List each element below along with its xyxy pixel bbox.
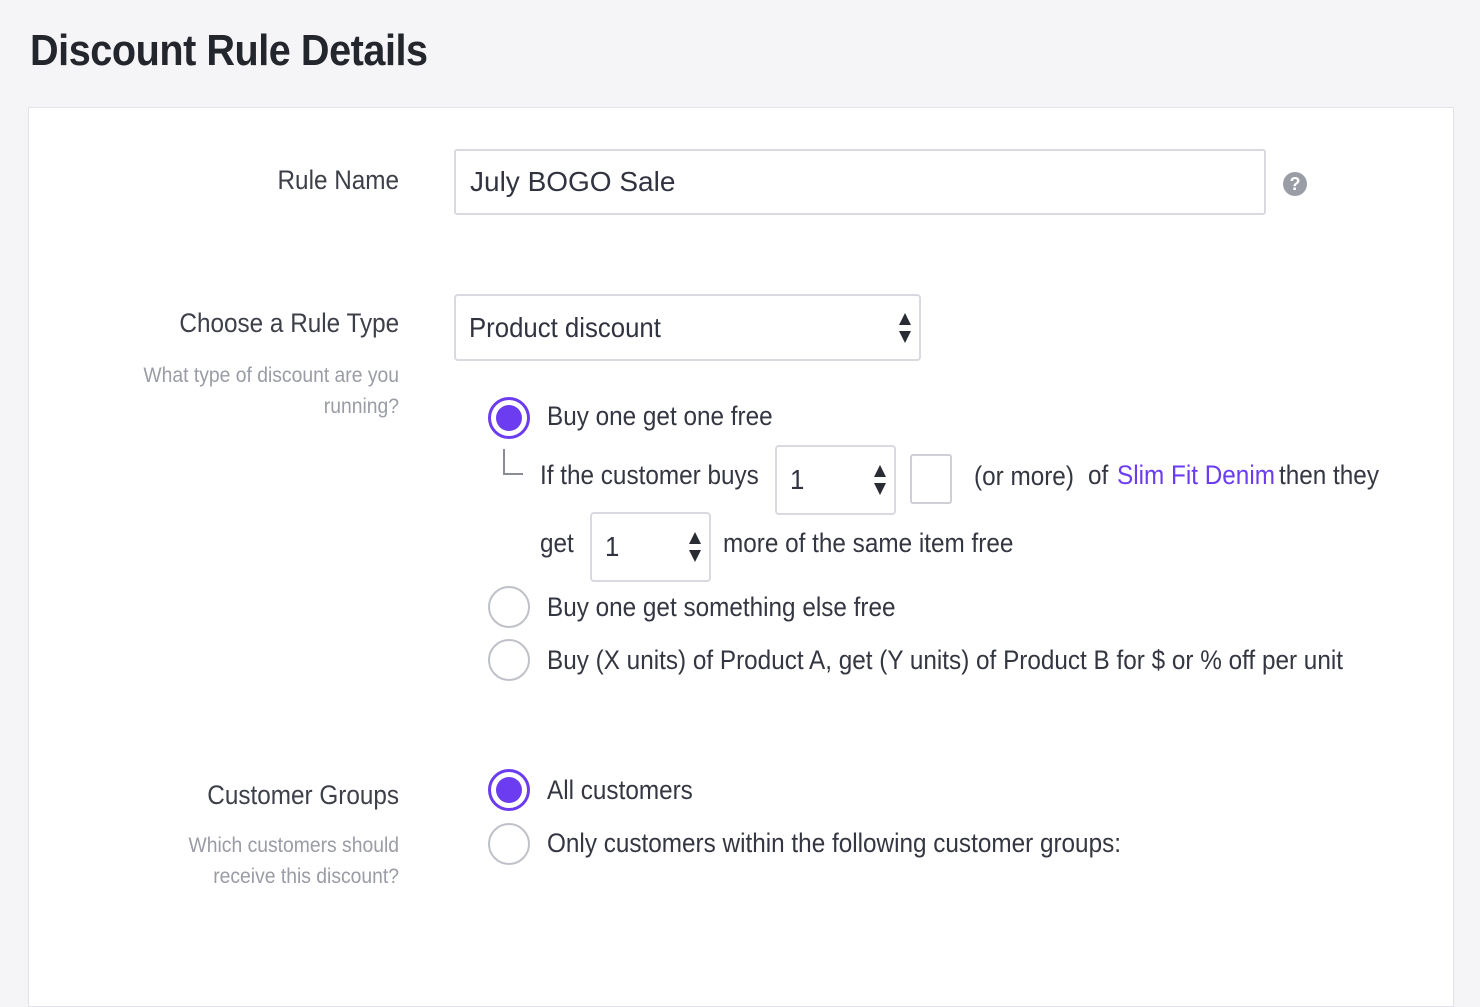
option-buy-one-get-one-free-label: Buy one get one free (547, 401, 773, 431)
rule-name-label: Rule Name (277, 165, 399, 195)
radio-all-customers[interactable] (488, 769, 530, 811)
get-quantity-stepper[interactable]: 1 (590, 512, 711, 582)
or-more-text: (or more) (974, 461, 1074, 491)
buy-quantity-stepper[interactable]: 1 (775, 445, 896, 515)
rule-type-hint: What type of discount are you running? (143, 364, 399, 418)
option-buy-x-get-y-label: Buy (X units) of Product A, get (Y units… (547, 645, 1343, 675)
customer-groups-hint: Which customers should receive this disc… (188, 834, 399, 888)
customer-groups-label: Customer Groups (207, 780, 399, 810)
stepper-arrows-icon (688, 532, 702, 562)
radio-specific-customer-groups[interactable] (488, 823, 530, 865)
rule-type-selected-value: Product discount (469, 311, 661, 343)
page-title: Discount Rule Details (30, 26, 428, 75)
get-text: get (540, 528, 574, 558)
stepper-arrows-icon (873, 465, 887, 495)
product-link[interactable]: Slim Fit Denim (1117, 460, 1275, 491)
radio-buy-x-get-y[interactable] (488, 639, 530, 681)
option-specific-groups-label: Only customers within the following cust… (547, 828, 1122, 858)
option-all-customers-label: All customers (547, 775, 693, 805)
if-customer-buys-text: If the customer buys (540, 460, 759, 490)
rule-type-label: Choose a Rule Type (179, 308, 399, 338)
radio-buy-one-get-one-free[interactable] (488, 397, 530, 439)
rule-type-select[interactable]: Product discount (454, 294, 921, 361)
radio-buy-one-get-something-else-free[interactable] (488, 586, 530, 628)
option-buy-one-get-something-else-label: Buy one get something else free (547, 592, 896, 622)
get-quantity-value: 1 (605, 531, 620, 562)
rule-name-input[interactable] (454, 149, 1266, 215)
then-they-text: then they (1279, 460, 1379, 490)
or-more-checkbox[interactable] (910, 454, 952, 504)
select-arrows-icon (898, 312, 912, 343)
discount-rule-form: Rule Name ? Choose a Rule Type What type… (28, 107, 1454, 1007)
of-text: of (1088, 460, 1109, 490)
buy-quantity-value: 1 (790, 464, 805, 495)
same-item-free-text: more of the same item free (723, 528, 1014, 558)
question-circle-icon[interactable]: ? (1283, 172, 1307, 196)
option-detail-connector (503, 449, 523, 475)
